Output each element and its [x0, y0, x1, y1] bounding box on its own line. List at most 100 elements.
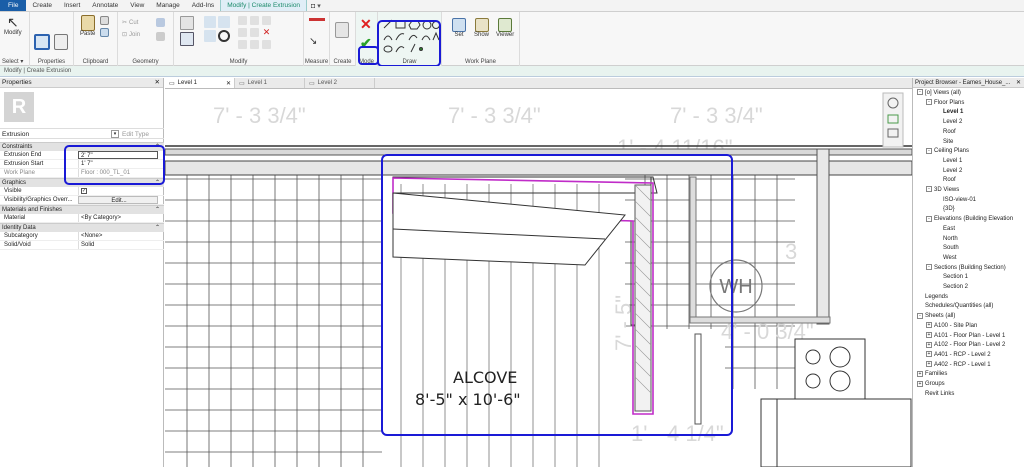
- navigation-bar[interactable]: [882, 92, 904, 148]
- browser-tree-item[interactable]: Section 1: [913, 273, 1024, 283]
- close-icon[interactable]: ✕: [155, 78, 160, 87]
- browser-tree-item[interactable]: + A402 - RCP - Level 1: [913, 361, 1024, 371]
- move-icon[interactable]: [180, 32, 194, 46]
- browser-tree-item[interactable]: West: [913, 254, 1024, 264]
- browser-tree-item[interactable]: + A100 - Site Plan: [913, 322, 1024, 332]
- tab-add-ins[interactable]: Add-Ins: [186, 0, 220, 11]
- browser-tree-item[interactable]: Level 1: [913, 108, 1024, 118]
- browser-tree-item[interactable]: Revit Links: [913, 390, 1024, 400]
- browser-tree-item[interactable]: Level 2: [913, 167, 1024, 177]
- align-icon[interactable]: [180, 16, 194, 30]
- offset-icon[interactable]: [204, 16, 216, 28]
- browser-tree-item[interactable]: Roof: [913, 128, 1024, 138]
- close-icon[interactable]: ✕: [226, 80, 231, 87]
- browser-tree-item[interactable]: ISO-view-01: [913, 196, 1024, 206]
- cut-button[interactable]: ✂ Cut: [122, 19, 138, 27]
- match-type-button[interactable]: [100, 28, 109, 37]
- subcategory-field[interactable]: <None>: [78, 232, 158, 240]
- browser-tree-item[interactable]: - Ceiling Plans: [913, 147, 1024, 157]
- collapse-icon[interactable]: -: [926, 147, 932, 154]
- tab-file[interactable]: File: [0, 0, 27, 11]
- show-workplane-button[interactable]: Show: [474, 18, 489, 38]
- visible-checkbox[interactable]: ✓: [81, 188, 87, 194]
- array-icon[interactable]: [238, 40, 247, 49]
- collapse-icon[interactable]: -: [926, 99, 932, 106]
- join-button[interactable]: ⊡ Join: [122, 31, 140, 39]
- browser-tree-item[interactable]: Level 1: [913, 157, 1024, 167]
- cancel-edit-mode-button[interactable]: ✕: [360, 17, 372, 31]
- workplane-viewer-button[interactable]: Viewer: [496, 18, 514, 38]
- collapse-icon[interactable]: -: [917, 89, 923, 96]
- browser-tree-item[interactable]: Site: [913, 138, 1024, 148]
- view-tab-level-1[interactable]: ▭ Level 1 ✕: [165, 78, 235, 88]
- paint-button[interactable]: [156, 18, 165, 27]
- collapse-icon[interactable]: -: [926, 215, 932, 222]
- solid-void-field[interactable]: Solid: [78, 241, 158, 249]
- expand-icon[interactable]: +: [926, 341, 932, 348]
- select-dropdown[interactable]: Select ▾: [0, 58, 29, 65]
- browser-tree-item[interactable]: - Elevations (Building Elevation: [913, 215, 1024, 225]
- tab-view[interactable]: View: [124, 0, 150, 11]
- measure-button[interactable]: [309, 18, 325, 21]
- browser-tree-item[interactable]: Section 2: [913, 283, 1024, 293]
- set-workplane-button[interactable]: Set: [452, 18, 466, 38]
- browser-tree-item[interactable]: South: [913, 244, 1024, 254]
- browser-tree-item[interactable]: + A102 - Floor Plan - Level 2: [913, 341, 1024, 351]
- split-gap-icon[interactable]: [250, 28, 259, 37]
- copy-button[interactable]: [100, 16, 109, 25]
- copy-tool-icon[interactable]: [204, 30, 216, 42]
- expand-icon[interactable]: +: [926, 332, 932, 338]
- expand-icon[interactable]: +: [926, 361, 932, 368]
- browser-tree-item[interactable]: Roof: [913, 176, 1024, 186]
- section-identity[interactable]: Identity Data ⌃: [0, 223, 164, 232]
- drawing-canvas[interactable]: 7' - 3 3/4" 7' - 3 3/4" 7' - 3 3/4" 1' -…: [164, 89, 913, 467]
- section-materials[interactable]: Materials and Finishes ⌃: [0, 205, 164, 214]
- expand-icon[interactable]: +: [917, 370, 923, 377]
- browser-tree-item[interactable]: - Sections (Building Section): [913, 264, 1024, 274]
- material-field[interactable]: <By Category>: [78, 214, 158, 222]
- visibility-edit-button[interactable]: Edit...: [78, 196, 158, 204]
- properties-button[interactable]: [34, 34, 50, 50]
- browser-tree-item[interactable]: Level 2: [913, 118, 1024, 128]
- view-tab-level-1-ceiling[interactable]: ▭ Level 1: [235, 78, 305, 88]
- browser-tree-item[interactable]: East: [913, 225, 1024, 235]
- tab-manage[interactable]: Manage: [150, 0, 186, 11]
- browser-tree-item[interactable]: + A401 - RCP - Level 2: [913, 351, 1024, 361]
- browser-tree-item[interactable]: {3D}: [913, 205, 1024, 215]
- split-face-button[interactable]: [156, 32, 165, 41]
- type-selector[interactable]: Extrusion ▾ Edit Type: [0, 128, 164, 139]
- modify-button[interactable]: ↖ Modify: [4, 15, 22, 37]
- scale-icon[interactable]: [250, 40, 259, 49]
- browser-tree-item[interactable]: - Floor Plans: [913, 99, 1024, 109]
- expand-icon[interactable]: +: [917, 380, 923, 387]
- tab-create[interactable]: Create: [26, 0, 58, 11]
- collapse-icon[interactable]: -: [926, 186, 932, 193]
- type-properties-button[interactable]: [54, 34, 68, 50]
- collapse-icon[interactable]: -: [926, 264, 932, 271]
- expand-icon[interactable]: +: [926, 351, 932, 358]
- browser-tree-item[interactable]: + Families: [913, 370, 1024, 380]
- delete-icon[interactable]: ✕: [262, 28, 271, 37]
- browser-tree-item[interactable]: North: [913, 235, 1024, 245]
- browser-tree-item[interactable]: + Groups: [913, 380, 1024, 390]
- browser-tree-item[interactable]: - [o] Views (all): [913, 89, 1024, 99]
- rotate-icon[interactable]: [218, 30, 230, 42]
- chevron-down-icon[interactable]: ▾: [111, 130, 119, 138]
- aligned-dimension-button[interactable]: ↘: [309, 36, 317, 47]
- tab-annotate[interactable]: Annotate: [86, 0, 124, 11]
- split-icon[interactable]: [250, 16, 259, 25]
- trim-single-icon[interactable]: [238, 28, 247, 37]
- create-similar-button[interactable]: [335, 22, 349, 38]
- paste-button[interactable]: Paste: [80, 15, 95, 37]
- ribbon-minimize-icon[interactable]: ◘ ▾: [307, 0, 325, 11]
- browser-tree-item[interactable]: + A101 - Floor Plan - Level 1: [913, 332, 1024, 342]
- collapse-icon[interactable]: -: [917, 312, 923, 319]
- edit-type-button[interactable]: Edit Type: [122, 129, 149, 140]
- browser-tree-item[interactable]: - Sheets (all): [913, 312, 1024, 322]
- browser-tree-item[interactable]: Legends: [913, 293, 1024, 303]
- trim-icon[interactable]: [238, 16, 247, 25]
- view-tab-level-2[interactable]: ▭ Level 2: [305, 78, 375, 88]
- browser-tree-item[interactable]: Schedules/Quantities (all): [913, 302, 1024, 312]
- tab-modify-create-extrusion[interactable]: Modify | Create Extrusion: [220, 0, 308, 11]
- pin-icon[interactable]: [262, 40, 271, 49]
